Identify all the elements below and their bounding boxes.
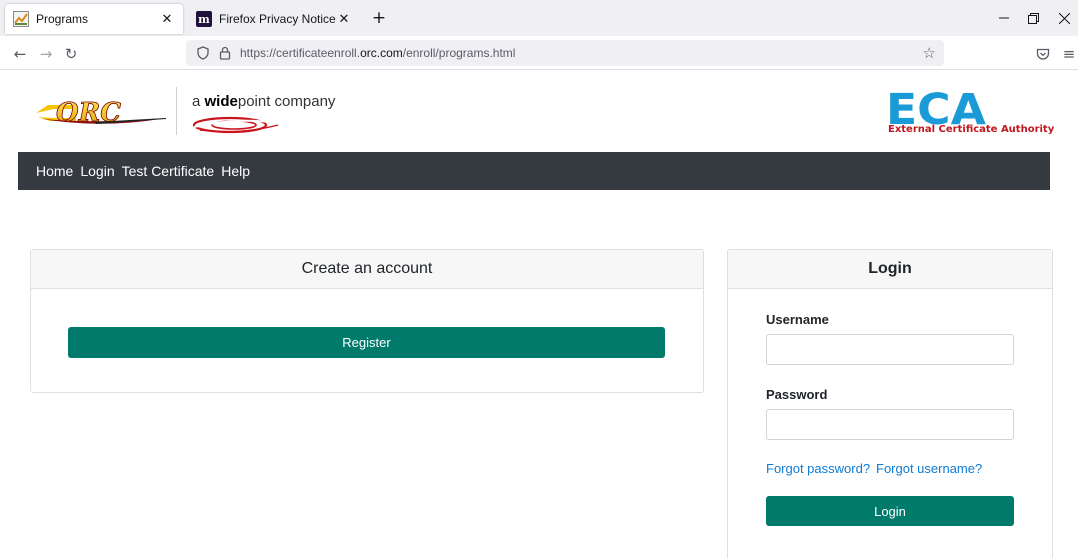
widepoint-tagline: a widepoint company xyxy=(192,93,335,110)
close-window-icon[interactable] xyxy=(1050,8,1078,28)
tab-programs[interactable]: Programs ✕ xyxy=(5,4,183,34)
programs-favicon-icon xyxy=(13,11,29,27)
forgot-username-link[interactable]: Forgot username? xyxy=(876,461,982,476)
minimize-window-icon[interactable] xyxy=(990,8,1018,28)
forgot-password-link[interactable]: Forgot password? xyxy=(766,461,870,476)
nav-item-help[interactable]: Help xyxy=(221,163,250,179)
nav-item-login[interactable]: Login xyxy=(80,163,114,179)
menu-hamburger-icon[interactable]: ≡ xyxy=(1059,44,1078,64)
browser-navigation-bar: ← → ↻ https://certificateenroll.orc.com/… xyxy=(0,36,1078,70)
address-bar[interactable]: https://certificateenroll.orc.com/enroll… xyxy=(186,40,944,66)
header-divider xyxy=(176,87,177,135)
main-navigation: Home Login Test Certificate Help xyxy=(18,152,1050,190)
tab-label: Firefox Privacy Notice — Mozill xyxy=(219,12,336,26)
nav-item-home[interactable]: Home xyxy=(36,163,73,179)
tagline-wide: wide xyxy=(204,93,238,110)
forward-arrow-icon[interactable]: → xyxy=(36,44,56,64)
login-title: Login xyxy=(728,250,1052,289)
url-prefix: https://certificateenroll. xyxy=(240,46,361,60)
tagline-rest: point company xyxy=(237,93,336,110)
username-input[interactable] xyxy=(766,334,1014,365)
password-input[interactable] xyxy=(766,409,1014,440)
bookmark-star-icon[interactable]: ☆ xyxy=(923,44,936,62)
tracking-protection-shield-icon[interactable] xyxy=(194,44,212,62)
browser-tab-strip: Programs ✕ m Firefox Privacy Notice — Mo… xyxy=(0,0,1078,36)
eca-subtitle: External Certificate Authority xyxy=(888,124,1055,135)
tab-label: Programs xyxy=(36,12,89,26)
mozilla-favicon-icon: m xyxy=(196,11,212,27)
restore-window-icon[interactable] xyxy=(1019,8,1047,28)
url-text: https://certificateenroll.orc.com/enroll… xyxy=(240,46,515,60)
reload-icon[interactable]: ↻ xyxy=(61,44,81,64)
create-account-card: Create an account Register xyxy=(30,249,704,393)
username-label: Username xyxy=(766,312,829,327)
lock-icon[interactable] xyxy=(216,44,234,62)
orc-logo[interactable]: ORC xyxy=(34,91,168,131)
web-page: ORC a widepoint company ECA External Cer… xyxy=(0,71,1078,558)
create-account-title: Create an account xyxy=(31,250,703,289)
url-host: orc.com xyxy=(360,46,403,60)
tagline-a: a xyxy=(192,93,205,110)
url-path: /enroll/programs.html xyxy=(402,46,516,60)
password-label: Password xyxy=(766,387,828,402)
widepoint-swoosh-logo xyxy=(192,116,281,134)
login-card: Login Username Password Forgot password?… xyxy=(727,249,1053,558)
close-tab-icon[interactable]: ✕ xyxy=(336,12,352,27)
new-tab-button[interactable]: + xyxy=(369,8,389,28)
tab-firefox-privacy-notice[interactable]: m Firefox Privacy Notice — Mozill ✕ xyxy=(188,4,360,34)
pocket-icon[interactable] xyxy=(1033,44,1053,64)
close-tab-icon[interactable]: ✕ xyxy=(159,12,175,27)
nav-item-test-certificate[interactable]: Test Certificate xyxy=(122,163,215,179)
register-button[interactable]: Register xyxy=(68,327,665,358)
site-header: ORC a widepoint company ECA External Cer… xyxy=(0,71,1078,152)
back-arrow-icon[interactable]: ← xyxy=(10,44,30,64)
login-submit-button[interactable]: Login xyxy=(766,496,1014,526)
